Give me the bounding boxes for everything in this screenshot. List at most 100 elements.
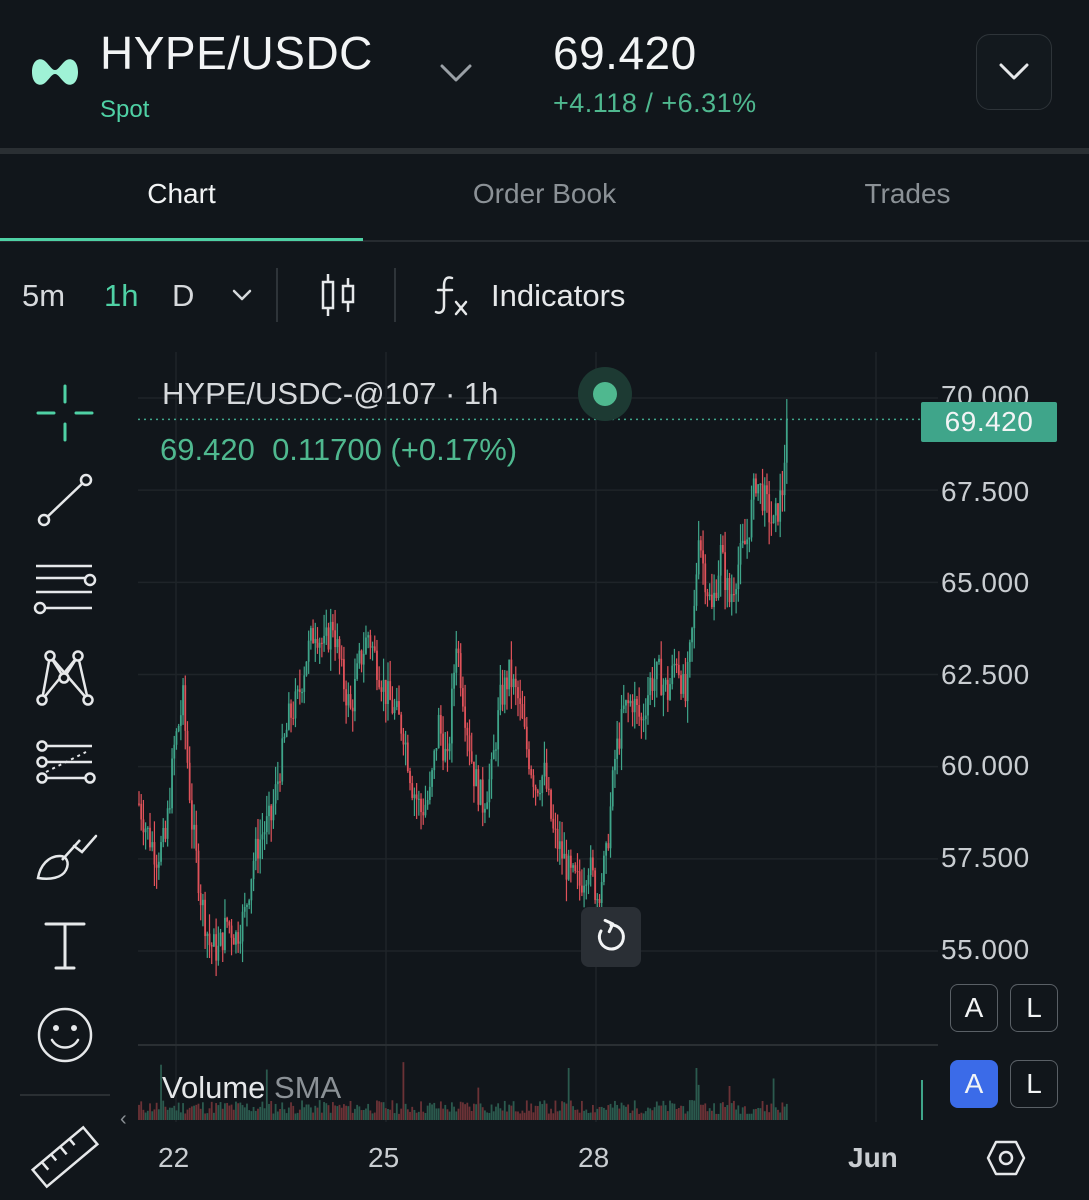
auto-scale-button[interactable]: A (950, 984, 998, 1032)
candle-body (779, 490, 782, 522)
volume-bar (305, 1104, 308, 1120)
volume-bar (400, 1108, 403, 1120)
candle (400, 711, 403, 741)
candle (343, 646, 345, 702)
candle (484, 803, 486, 824)
candle-body (400, 714, 403, 734)
candlestick-type-icon[interactable] (318, 270, 358, 320)
volume-bar (655, 1101, 658, 1120)
candle-body (235, 932, 237, 945)
ruler-icon[interactable] (30, 1124, 100, 1190)
candle-body (382, 679, 385, 692)
timeframe-5m[interactable]: 5m (22, 278, 65, 314)
candle (411, 775, 414, 801)
candle-body (411, 783, 414, 798)
candle (199, 884, 202, 921)
candle (243, 892, 246, 918)
chart-settings-icon[interactable] (986, 1138, 1026, 1178)
candle-body (371, 646, 374, 648)
function-fx-icon[interactable] (432, 272, 474, 318)
candle-body (442, 733, 444, 761)
reset-chart-button[interactable] (581, 907, 641, 967)
candle-body (708, 594, 711, 597)
scroll-left-arrow[interactable]: ‹ (120, 1108, 127, 1131)
candle-body (757, 484, 760, 494)
candle (468, 719, 471, 766)
brush-icon[interactable] (32, 826, 98, 888)
candle (307, 630, 310, 674)
trend-line-icon[interactable] (32, 470, 98, 532)
candle (673, 648, 676, 678)
emoji-icon[interactable] (32, 1004, 98, 1066)
candle-body (572, 865, 574, 868)
volume-bar (695, 1068, 698, 1120)
volume-bar (314, 1105, 317, 1120)
candle-body (433, 750, 436, 771)
volume-bar (748, 1113, 751, 1120)
candle-body (461, 688, 464, 707)
pattern-icon[interactable] (32, 646, 98, 708)
volume-bar (501, 1110, 504, 1120)
y-axis-tick: 57.500 (941, 842, 1030, 873)
candle-body (259, 839, 262, 859)
candle-body (177, 725, 180, 732)
candle (228, 920, 231, 934)
pair-name[interactable]: HYPE/USDC (100, 26, 373, 80)
candle (281, 723, 284, 785)
volume-bar (371, 1113, 374, 1120)
expand-menu-button[interactable] (976, 34, 1052, 110)
candle (521, 690, 524, 720)
candle (279, 773, 281, 792)
candle (636, 695, 638, 724)
forecast-icon[interactable] (32, 734, 98, 796)
candle-body (770, 522, 773, 524)
candle-body (644, 715, 647, 720)
candle (781, 470, 784, 512)
volume-bar (241, 1105, 244, 1120)
candle-body (479, 779, 482, 805)
hyperliquid-logo-icon (32, 59, 78, 85)
candle-body (772, 515, 775, 523)
tab-chart[interactable]: Chart (0, 178, 363, 210)
candle-body (633, 698, 636, 713)
volume-bar (316, 1107, 319, 1120)
candle-body (580, 885, 583, 893)
timeframe-1h[interactable]: 1h (104, 278, 138, 314)
tab-trades[interactable]: Trades (726, 178, 1089, 210)
crosshair-icon[interactable] (32, 382, 98, 444)
volume-bar (393, 1113, 396, 1120)
volume-bar (629, 1113, 632, 1120)
volume-bar (733, 1100, 735, 1120)
candle-body (210, 945, 213, 947)
candle-body (182, 685, 184, 716)
volume-bar (519, 1113, 522, 1120)
log-scale-button[interactable]: L (1010, 984, 1058, 1032)
pair-selector-chevron-icon[interactable] (438, 58, 474, 88)
candle (660, 641, 663, 696)
candle-body (444, 748, 447, 761)
active-tab-indicator (0, 238, 363, 241)
volume-auto-scale-button[interactable]: A (950, 1060, 998, 1108)
candle (649, 672, 652, 706)
volume-bar (686, 1111, 689, 1120)
candle-body (294, 691, 297, 719)
candle-body (746, 539, 749, 545)
tab-order-book[interactable]: Order Book (363, 178, 726, 210)
volume-bar (283, 1109, 286, 1120)
candle (757, 484, 760, 501)
volume-bar (691, 1100, 693, 1120)
horizontal-lines-icon[interactable] (32, 558, 98, 620)
indicators-button[interactable]: Indicators (491, 278, 625, 314)
volume-bar (279, 1109, 281, 1120)
candle (151, 831, 154, 852)
timeframe-d[interactable]: D (172, 278, 194, 314)
timeframe-more-chevron-icon[interactable] (230, 286, 254, 304)
volume-bar (197, 1103, 200, 1120)
candle-body (717, 575, 720, 598)
candle-body (175, 731, 178, 745)
text-icon[interactable] (32, 914, 98, 976)
volume-log-scale-button[interactable]: L (1010, 1060, 1058, 1108)
candle (215, 918, 218, 977)
candle-body (763, 485, 766, 511)
candle (373, 635, 376, 653)
